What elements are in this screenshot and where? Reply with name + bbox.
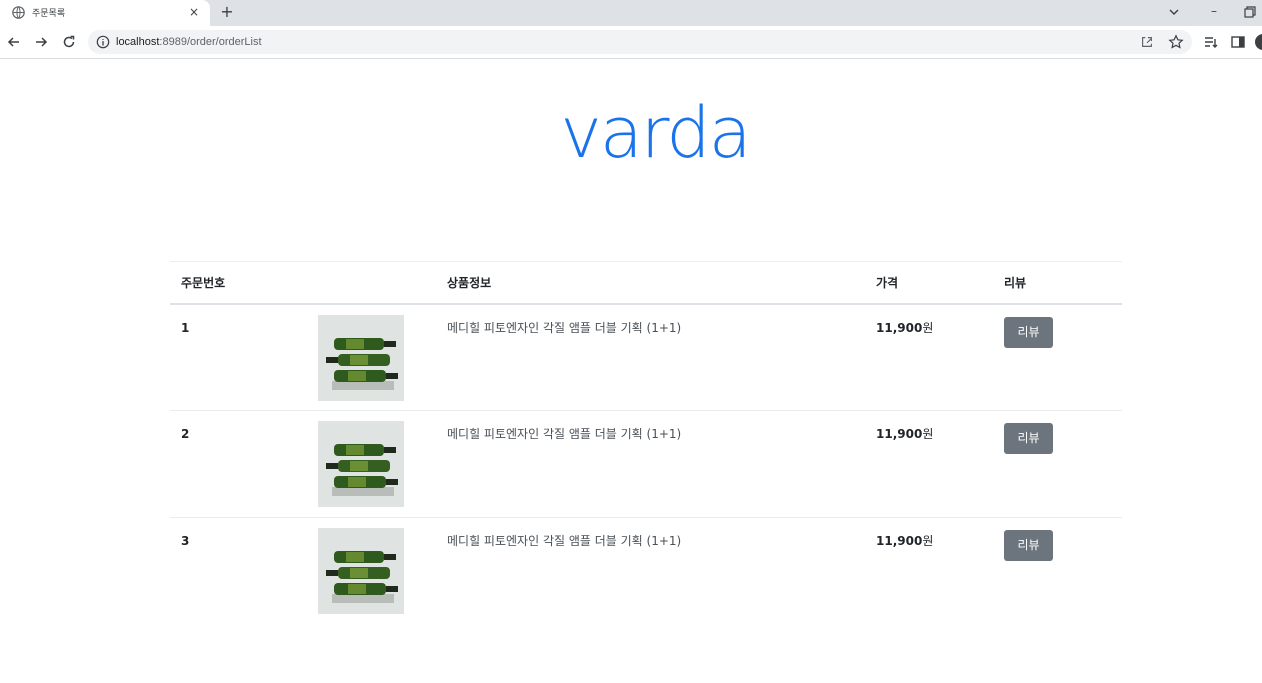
product-name[interactable]: 메디힐 피토엔자인 각질 앰플 더블 기획 (1+1) <box>436 410 865 518</box>
review-cell: 리뷰 <box>993 518 1122 625</box>
profile-avatar[interactable] <box>1255 34 1262 50</box>
review-button[interactable]: 리뷰 <box>1004 530 1053 561</box>
close-tab-icon[interactable]: × <box>187 4 201 20</box>
restore-icon[interactable] <box>1242 4 1258 20</box>
price-cell: 11,900원 <box>865 303 993 411</box>
order-list: 주문번호 상품정보 가격 리뷰 1 메디힐 피토엔자인 각질 앰플 더블 기획 … <box>170 261 1122 625</box>
product-thumbnail[interactable] <box>318 421 404 507</box>
browser-toolbar: localhost:8989/order/orderList <box>0 26 1262 59</box>
header-image <box>307 261 436 305</box>
reload-icon[interactable] <box>61 34 77 50</box>
price-unit: 원 <box>922 320 934 335</box>
tab-title: 주문목록 <box>32 9 66 19</box>
price-unit: 원 <box>922 427 934 441</box>
side-panel-icon[interactable] <box>1230 34 1246 50</box>
order-number: 3 <box>181 534 190 548</box>
bookmark-star-icon[interactable] <box>1168 34 1184 50</box>
header-review: 리뷰 <box>993 261 1122 305</box>
header-price: 가격 <box>865 261 993 305</box>
review-button[interactable]: 리뷰 <box>1004 316 1053 348</box>
product-image-cell <box>307 410 436 518</box>
brand-logo[interactable]: varda <box>0 92 1262 174</box>
price-amount: 11,900 <box>876 534 923 548</box>
browser-window: 주문목록 × + – localhost:8989/order/orderLis… <box>0 0 1262 683</box>
price-unit: 원 <box>922 534 934 548</box>
header-order-number: 주문번호 <box>170 261 307 305</box>
share-icon[interactable] <box>1140 35 1154 49</box>
forward-icon[interactable] <box>33 34 49 50</box>
review-button[interactable]: 리뷰 <box>1004 423 1053 454</box>
new-tab-button[interactable]: + <box>218 3 236 21</box>
tab-strip: 주문목록 × + – <box>0 0 1262 26</box>
price-cell: 11,900원 <box>865 410 993 518</box>
browser-tab[interactable]: 주문목록 × <box>0 0 210 26</box>
url-path: :8989/order/orderList <box>159 36 262 48</box>
table-row: 1 메디힐 피토엔자인 각질 앰플 더블 기획 (1+1) 11,900원 리뷰 <box>170 303 1122 411</box>
header-product-info: 상품정보 <box>436 261 865 305</box>
url-text[interactable]: localhost:8989/order/orderList <box>116 36 262 48</box>
product-image-cell <box>307 303 436 411</box>
globe-icon <box>12 6 25 19</box>
price-cell: 11,900원 <box>865 518 993 625</box>
review-cell: 리뷰 <box>993 303 1122 411</box>
address-bar[interactable]: localhost:8989/order/orderList <box>88 30 1192 54</box>
product-image-cell <box>307 518 436 625</box>
tab-search-icon[interactable] <box>1166 4 1182 20</box>
price-amount: 11,900 <box>876 320 923 335</box>
reading-list-icon[interactable] <box>1203 34 1219 50</box>
price-amount: 11,900 <box>876 427 923 441</box>
product-name[interactable]: 메디힐 피토엔자인 각질 앰플 더블 기획 (1+1) <box>436 518 865 625</box>
order-number: 2 <box>170 410 307 518</box>
minimize-button[interactable]: – <box>1204 2 1224 20</box>
back-icon[interactable] <box>6 34 22 50</box>
site-info-icon[interactable] <box>96 35 110 49</box>
review-cell: 리뷰 <box>993 410 1122 518</box>
product-name[interactable]: 메디힐 피토엔자인 각질 앰플 더블 기획 (1+1) <box>436 303 865 411</box>
order-table: 주문번호 상품정보 가격 리뷰 1 메디힐 피토엔자인 각질 앰플 더블 기획 … <box>170 261 1122 625</box>
product-thumbnail[interactable] <box>318 314 404 401</box>
table-header-row: 주문번호 상품정보 가격 리뷰 <box>170 261 1122 305</box>
order-number: 1 <box>170 303 307 411</box>
table-row: 3 메디힐 피토엔자인 각질 앰플 더블 기획 (1+1) 11,900원 리뷰 <box>170 518 1122 625</box>
table-row: 2 메디힐 피토엔자인 각질 앰플 더블 기획 (1+1) 11,900원 리뷰 <box>170 410 1122 518</box>
url-host: localhost <box>116 36 160 48</box>
product-thumbnail[interactable] <box>318 528 404 614</box>
